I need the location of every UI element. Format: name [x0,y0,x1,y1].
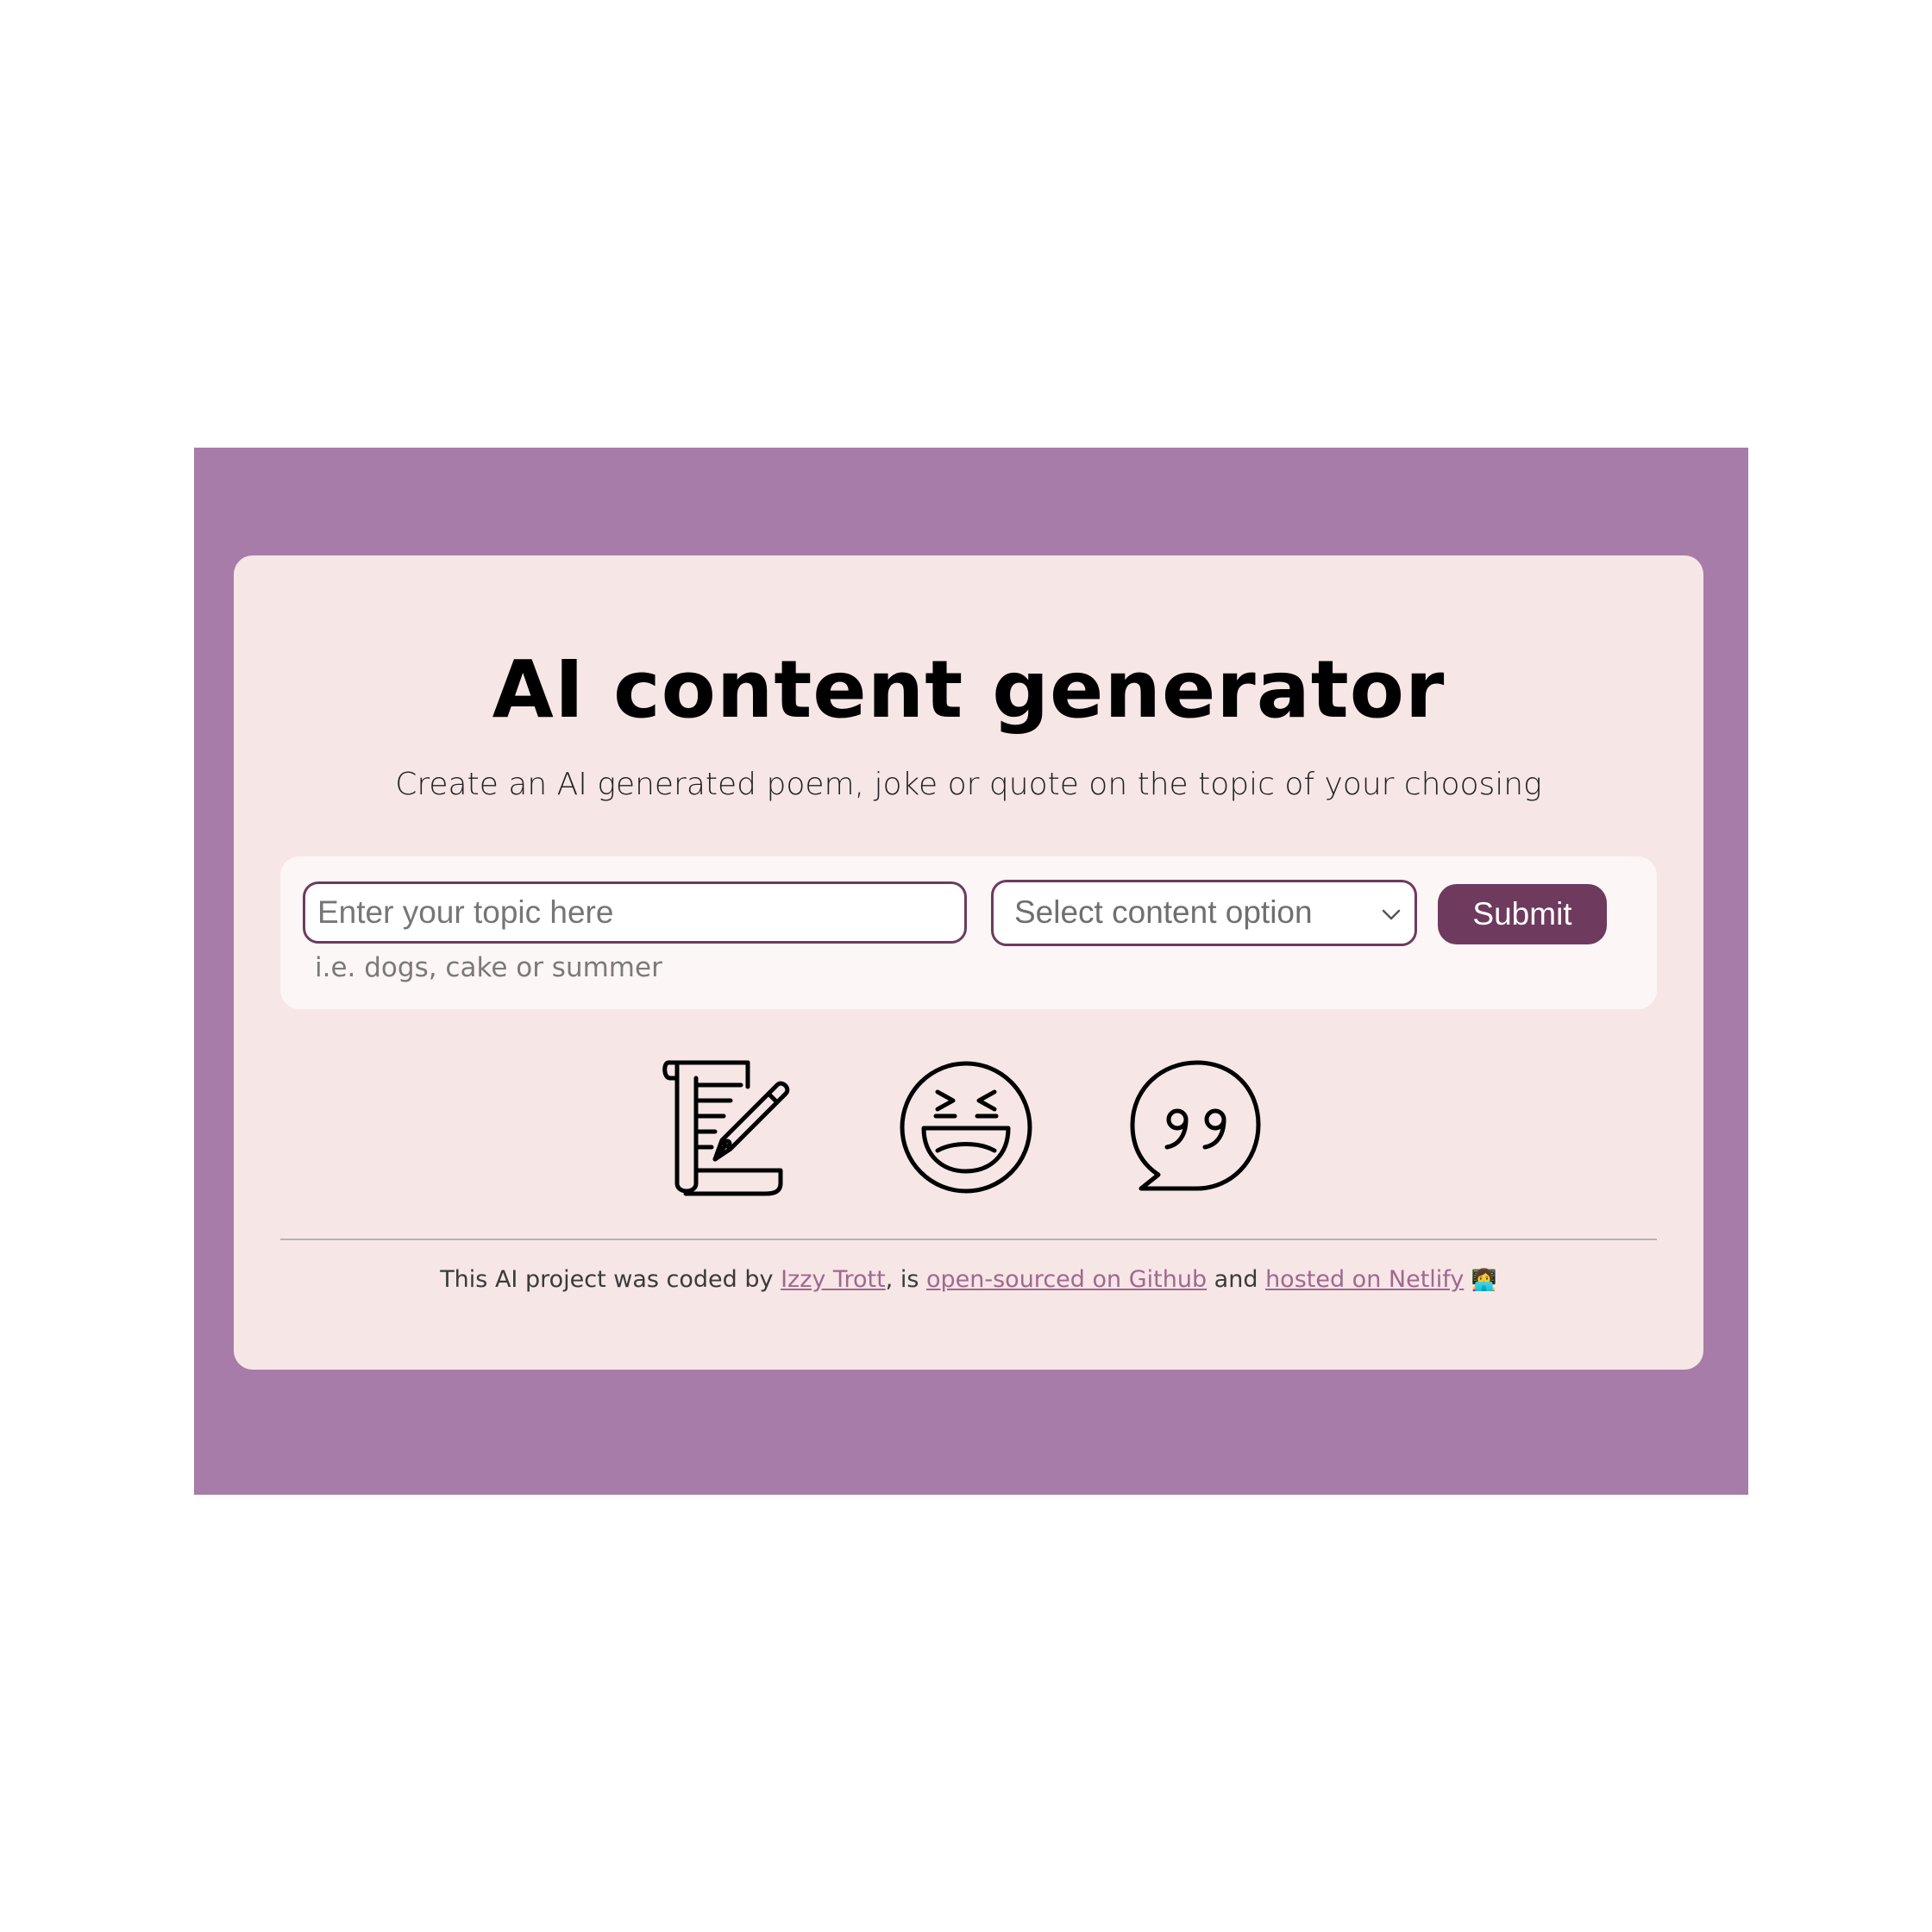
footer-text: This AI project was coded by [440,1266,781,1293]
github-link[interactable]: open-sourced on Github [926,1266,1207,1293]
footer-divider [280,1239,1657,1240]
footer: This AI project was coded by Izzy Trott,… [234,1266,1703,1293]
netlify-link[interactable]: hosted on Netlify [1265,1266,1464,1293]
generator-form: i.e. dogs, cake or summer Select content… [280,856,1657,1009]
select-value: Select content option [1014,894,1313,930]
submit-button[interactable]: Submit [1438,884,1607,944]
content-type-icons [234,1054,1703,1201]
page-title: AI content generator [492,643,1446,736]
chevron-down-icon [1380,903,1402,925]
author-link[interactable]: Izzy Trott [781,1266,886,1293]
footer-text: , is [885,1266,926,1293]
poem-scroll-icon [662,1054,808,1201]
topic-input[interactable] [303,881,967,944]
quote-bubble-icon [1124,1054,1270,1201]
coder-emoji: 👩‍💻 [1471,1268,1497,1292]
page-subtitle: Create an AI generated poem, joke or quo… [395,767,1542,802]
content-option-select[interactable]: Select content option [991,880,1417,946]
footer-text: and [1207,1266,1266,1293]
topic-hint: i.e. dogs, cake or summer [315,952,662,983]
main-card: AI content generator Create an AI genera… [234,555,1703,1370]
laughing-face-icon [893,1054,1039,1201]
app-background: AI content generator Create an AI genera… [194,448,1748,1495]
